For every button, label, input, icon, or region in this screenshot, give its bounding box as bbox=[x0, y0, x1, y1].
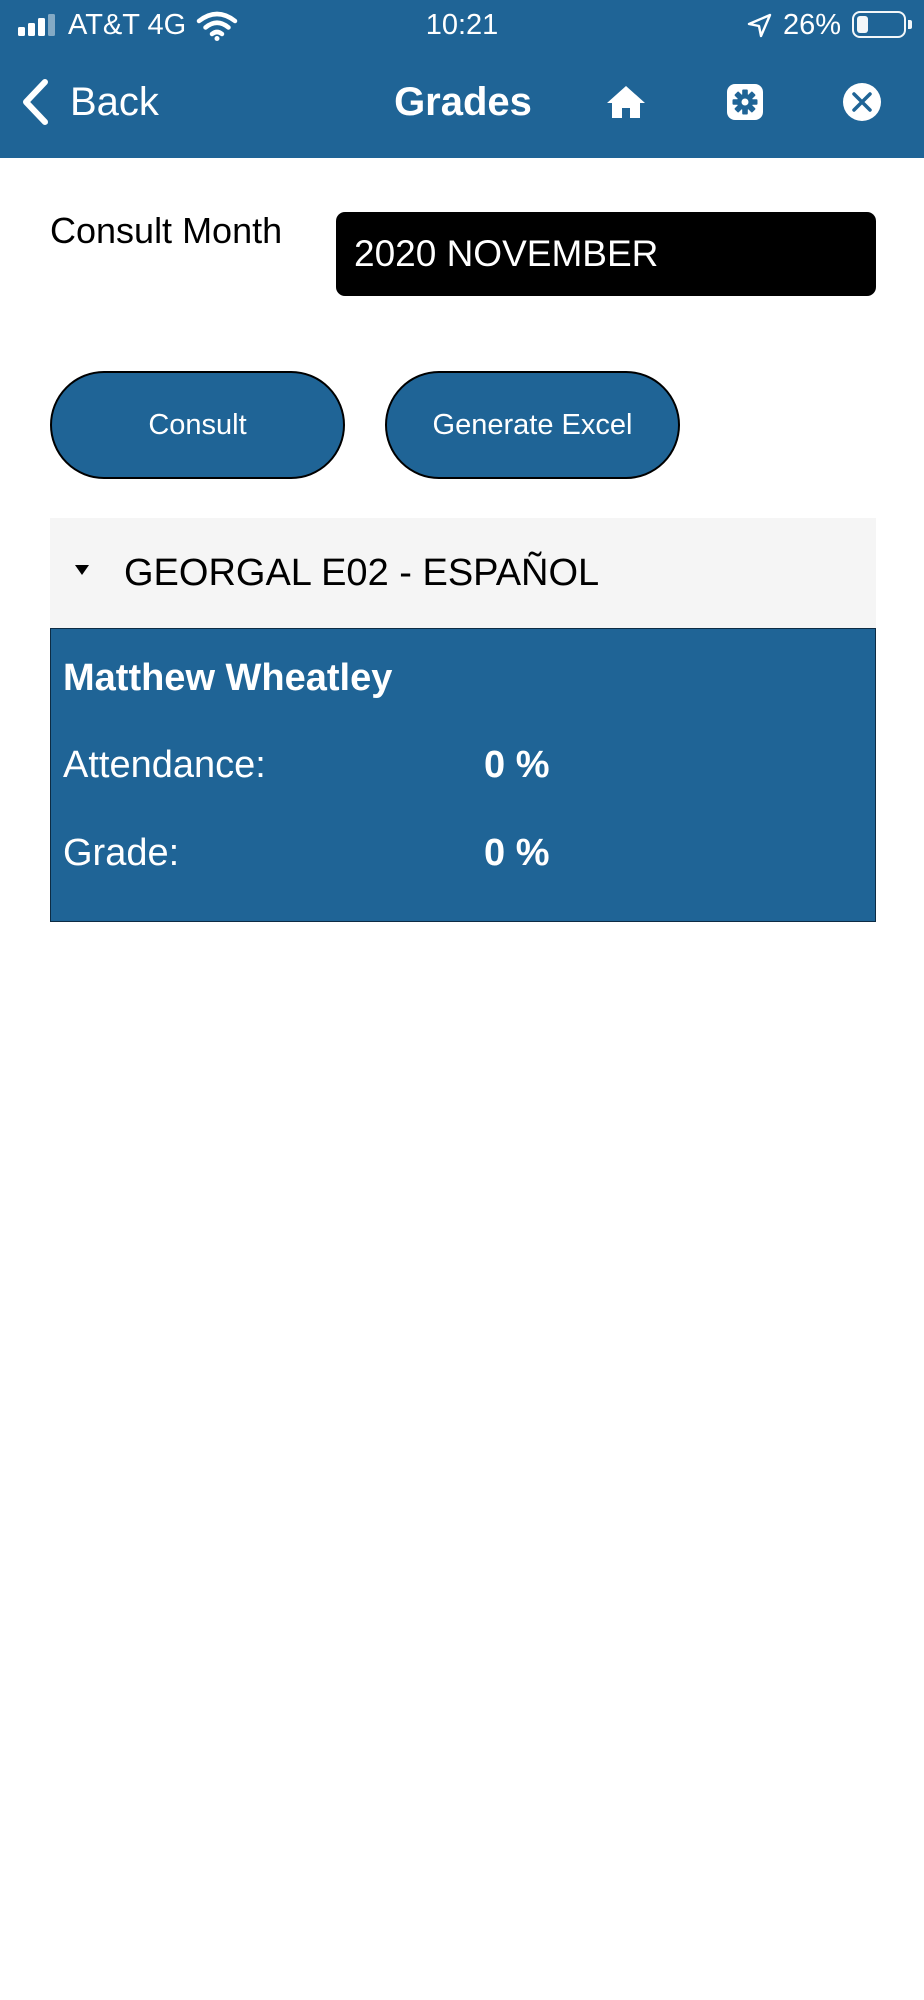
student-card: Matthew Wheatley Attendance: 0 % Grade: … bbox=[50, 628, 876, 922]
caret-down-icon bbox=[75, 565, 89, 575]
consult-button[interactable]: Consult bbox=[50, 371, 345, 479]
back-button[interactable]: Back bbox=[18, 74, 159, 130]
back-label: Back bbox=[70, 79, 159, 124]
battery-percent: 26% bbox=[783, 9, 842, 41]
consult-month-select[interactable]: 2020 NOVEMBER bbox=[336, 212, 876, 296]
nav-bar: Back Grades bbox=[0, 50, 924, 158]
location-arrow-icon bbox=[747, 13, 772, 38]
course-group-header[interactable]: GEORGAL E02 - ESPAÑOL bbox=[50, 518, 876, 628]
home-icon[interactable] bbox=[602, 78, 650, 126]
course-group-title: GEORGAL E02 - ESPAÑOL bbox=[124, 551, 600, 594]
attendance-label: Attendance: bbox=[63, 744, 266, 786]
student-name: Matthew Wheatley bbox=[63, 657, 393, 699]
attendance-value: 0 % bbox=[484, 744, 550, 786]
course-group: GEORGAL E02 - ESPAÑOL Matthew Wheatley A… bbox=[50, 518, 876, 922]
battery-icon bbox=[852, 11, 912, 38]
status-bar: AT&T 4G 10:21 26% bbox=[0, 0, 924, 50]
top-bar: AT&T 4G 10:21 26% Back Grades bbox=[0, 0, 924, 158]
generate-excel-button[interactable]: Generate Excel bbox=[385, 371, 680, 479]
consult-month-value: 2020 NOVEMBER bbox=[354, 233, 659, 274]
close-icon[interactable] bbox=[838, 78, 886, 126]
page-title: Grades bbox=[394, 80, 532, 124]
chevron-left-icon bbox=[23, 79, 48, 125]
consult-month-label: Consult Month bbox=[50, 210, 283, 251]
grade-label: Grade: bbox=[63, 832, 180, 874]
grade-value: 0 % bbox=[484, 832, 550, 874]
battery-level bbox=[857, 16, 868, 33]
gear-icon[interactable] bbox=[721, 78, 769, 126]
